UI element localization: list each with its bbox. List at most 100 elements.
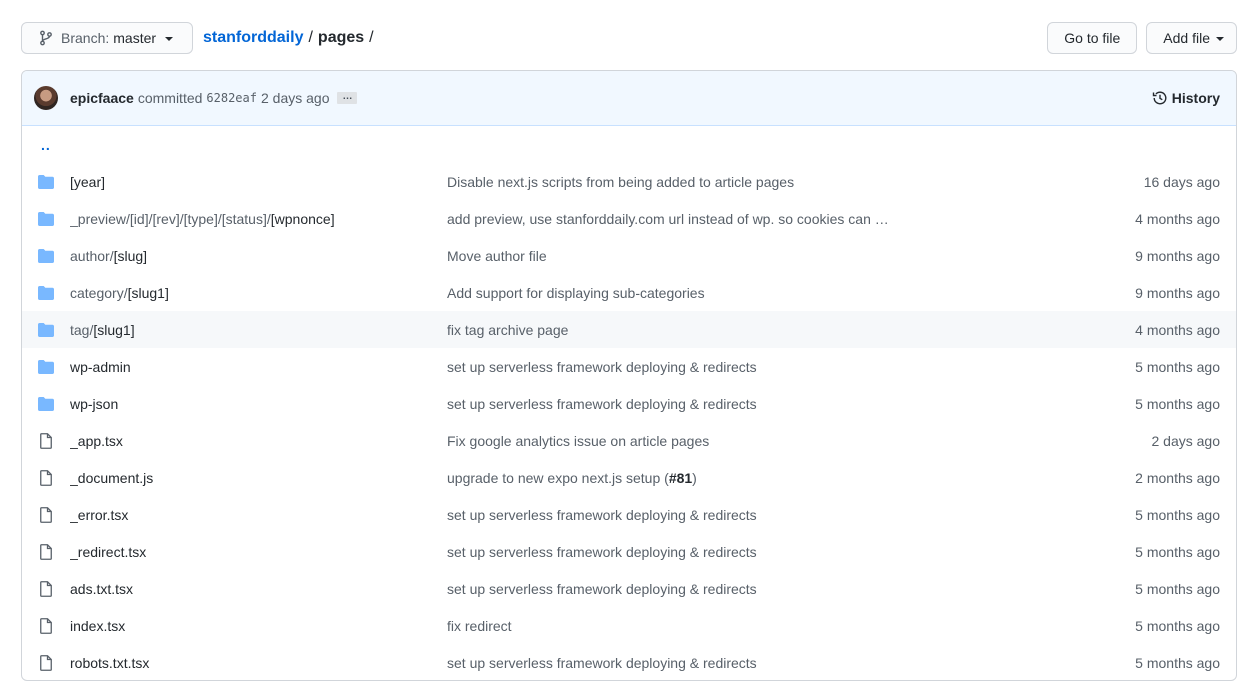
file-name-link[interactable]: tag/[slug1] (70, 322, 447, 338)
commit-age: 5 months ago (1135, 580, 1220, 597)
file-row[interactable]: index.tsx fix redirect 5 months ago (22, 607, 1236, 644)
directory-row[interactable]: [year] Disable next.js scripts from being… (22, 163, 1236, 200)
commit-verb: committed (137, 90, 203, 106)
commit-age: 2 days ago (1151, 432, 1221, 449)
commit-message-text: Move author file (447, 247, 547, 264)
directory-row[interactable]: author/[slug] Move author file 9 months ag… (22, 237, 1236, 274)
commit-age: 2 months ago (1135, 469, 1220, 486)
commit-message-link[interactable]: Fix google analytics issue on article pa… (447, 433, 947, 449)
commit-message-link[interactable]: set up serverless framework deploying & … (447, 507, 947, 523)
commit-message-link[interactable]: set up serverless framework deploying & … (447, 359, 947, 375)
file-row[interactable]: _document.js upgrade to new expo next.js … (22, 459, 1236, 496)
file-name-text: ads.txt.tsx (70, 580, 134, 597)
file-row[interactable]: robots.txt.tsx set up serverless framewor… (22, 644, 1236, 680)
branch-select-button[interactable]: Branch: master (21, 22, 193, 54)
commit-age: 5 months ago (1135, 395, 1220, 412)
file-name-link[interactable]: ads.txt.tsx (70, 581, 447, 597)
go-to-file-button[interactable]: Go to file (1047, 22, 1138, 54)
issue-reference-link[interactable]: #81 (669, 470, 692, 486)
file-name-prefix: author/ (70, 247, 114, 264)
commit-message-link[interactable]: fix redirect (447, 618, 947, 634)
commit-time: 2 days ago (260, 90, 330, 106)
file-icon (38, 580, 54, 597)
commit-message-link[interactable]: Add support for displaying sub-categorie… (447, 285, 947, 301)
branch-label: Branch: (61, 30, 110, 46)
commit-message-text: set up serverless framework deploying & … (447, 395, 757, 412)
file-icon (38, 654, 54, 671)
history-link[interactable]: History (1152, 90, 1220, 106)
file-name-link[interactable]: robots.txt.tsx (70, 655, 447, 671)
add-file-button[interactable]: Add file (1146, 22, 1237, 54)
avatar[interactable] (34, 86, 58, 110)
commit-message-text: set up serverless framework deploying & … (447, 358, 757, 375)
history-label: History (1171, 90, 1220, 106)
commit-message-link[interactable]: add preview, use stanforddaily.com url i… (447, 211, 947, 227)
commit-message-text: Add support for displaying sub-categorie… (447, 284, 705, 301)
file-name-link[interactable]: _redirect.tsx (70, 544, 447, 560)
file-row[interactable]: _error.tsx set up serverless framework de… (22, 496, 1236, 533)
file-name-link[interactable]: wp-json (70, 396, 447, 412)
file-name-link[interactable]: _preview/[id]/[rev]/[type]/[status]/[wpn… (70, 211, 447, 227)
commit-sha-link[interactable]: 6282eaf (206, 91, 257, 105)
commit-message-link[interactable]: set up serverless framework deploying & … (447, 544, 947, 560)
commit-message-text: add preview, use stanforddaily.com url i… (447, 210, 889, 227)
file-row[interactable]: ads.txt.tsx set up serverless framework d… (22, 570, 1236, 607)
commit-message-text: Fix google analytics issue on article pa… (447, 432, 710, 449)
top-bar: Branch: master stanforddaily / pages / G… (21, 22, 1237, 54)
file-name-text: wp-json (70, 395, 119, 412)
commit-message-link[interactable]: set up serverless framework deploying & … (447, 396, 947, 412)
directory-row[interactable]: tag/[slug1] fix tag archive page 4 months … (22, 311, 1236, 348)
commit-message-link[interactable]: Disable next.js scripts from being added… (447, 174, 947, 190)
commit-age: 5 months ago (1135, 654, 1220, 671)
file-name-link[interactable]: [year] (70, 174, 447, 190)
commit-age: 5 months ago (1135, 543, 1220, 560)
commit-message-link[interactable]: fix tag archive page (447, 322, 947, 338)
file-name-link[interactable]: _app.tsx (70, 433, 447, 449)
file-list: .. [year] Disable next.js scripts from be… (22, 126, 1236, 680)
commit-age: 5 months ago (1135, 358, 1220, 375)
file-name-text: [slug] (113, 247, 148, 264)
file-name-text: [year] (70, 173, 106, 190)
parent-directory-row[interactable]: .. (22, 126, 1236, 163)
directory-row[interactable]: wp-admin set up serverless framework depl… (22, 348, 1236, 385)
file-name-text: _error.tsx (70, 506, 129, 523)
commit-message-link[interactable]: set up serverless framework deploying & … (447, 581, 947, 597)
file-icon (38, 432, 54, 449)
file-name-link[interactable]: _document.js (70, 470, 447, 486)
commit-age: 16 days ago (1143, 173, 1220, 190)
file-name-text: [slug1] (127, 284, 169, 301)
commit-author-link[interactable]: epicfaace (70, 90, 134, 106)
folder-icon (38, 285, 54, 300)
file-name-text: [slug1] (93, 321, 135, 338)
commit-message-text: set up serverless framework deploying & … (447, 506, 757, 523)
folder-icon (38, 211, 54, 226)
folder-icon (38, 396, 54, 411)
add-file-label: Add file (1163, 30, 1210, 46)
file-name-link[interactable]: index.tsx (70, 618, 447, 634)
commit-message-link[interactable]: Move author file (447, 248, 947, 264)
file-name-text: _app.tsx (70, 432, 123, 449)
directory-row[interactable]: _preview/[id]/[rev]/[type]/[status]/[wpn… (22, 200, 1236, 237)
file-name-link[interactable]: wp-admin (70, 359, 447, 375)
commit-message-link[interactable]: set up serverless framework deploying & … (447, 655, 947, 671)
file-name-text: robots.txt.tsx (70, 654, 150, 671)
breadcrumb-current-dir: pages (317, 29, 365, 46)
file-name-prefix: category/ (70, 284, 128, 301)
file-icon (38, 617, 54, 634)
commit-age: 5 months ago (1135, 506, 1220, 523)
commit-message-link[interactable]: upgrade to new expo next.js setup (#81) (447, 470, 947, 486)
file-row[interactable]: _app.tsx Fix google analytics issue on ar… (22, 422, 1236, 459)
latest-commit-bar: epicfaace committed 6282eaf 2 days ago …… (22, 71, 1236, 126)
file-name-link[interactable]: _error.tsx (70, 507, 447, 523)
parent-directory-link[interactable]: .. (41, 137, 51, 153)
expand-commit-message-button[interactable]: … (337, 92, 358, 104)
file-name-text: _document.js (70, 469, 154, 486)
breadcrumb-separator: / (308, 29, 313, 46)
file-name-link[interactable]: category/[slug1] (70, 285, 447, 301)
folder-icon (38, 248, 54, 263)
file-row[interactable]: _redirect.tsx set up serverless framework… (22, 533, 1236, 570)
breadcrumb-repo-link[interactable]: stanforddaily (203, 29, 303, 47)
directory-row[interactable]: category/[slug1] Add support for displayi… (22, 274, 1236, 311)
file-name-link[interactable]: author/[slug] (70, 248, 447, 264)
directory-row[interactable]: wp-json set up serverless framework deplo… (22, 385, 1236, 422)
